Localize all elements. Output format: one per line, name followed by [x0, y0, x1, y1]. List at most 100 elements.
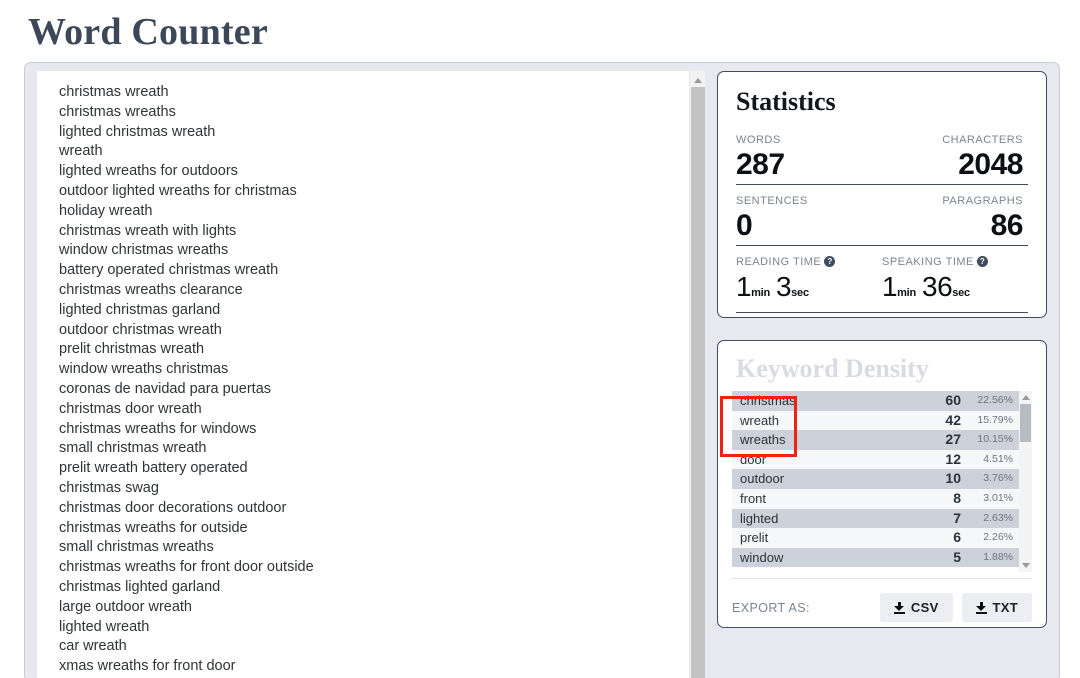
stat-speaking-time-label: SPEAKING TIME	[882, 256, 974, 268]
stat-sentences: SENTENCES 0	[736, 185, 882, 243]
app-container: christmas wreath christmas wreaths lighted…	[24, 62, 1060, 678]
keyword-percent: 2.63%	[983, 511, 1013, 524]
keyword-row[interactable]: outdoor 10 3.76%	[732, 469, 1019, 489]
export-csv-label: CSV	[910, 600, 939, 615]
editor-line: christmas lighted garland	[59, 578, 221, 595]
editor-line: prelit christmas wreath	[59, 341, 205, 358]
stat-sentences-label: SENTENCES	[736, 195, 808, 207]
stat-characters: CHARACTERS 2048	[882, 124, 1028, 182]
editor-line: christmas door wreath	[59, 400, 202, 417]
keyword-density-panel: Keyword Density christmas 60 22.56% wreath 4…	[717, 340, 1047, 628]
stat-words-label: WORDS	[736, 134, 781, 146]
panels-column: Statistics WORDS 287 CHARACTERS 2048 SEN…	[705, 63, 1059, 678]
editor-line: christmas door decorations outdoor	[59, 499, 287, 516]
editor-line: coronas de navidad para puertas	[59, 380, 272, 397]
editor-line: outdoor lighted wreaths for christmas	[59, 182, 297, 199]
keyword-list-scrollbar[interactable]	[1019, 391, 1032, 572]
keyword-scroll-up-icon[interactable]	[1019, 392, 1032, 403]
editor-scrollbar-thumb[interactable]	[691, 87, 705, 678]
stat-sentences-value: 0	[736, 209, 753, 242]
editor-line: wreath	[59, 143, 103, 160]
keyword-row[interactable]: wreaths 27 10.15%	[732, 430, 1019, 450]
keyword-percent: 3.01%	[983, 491, 1013, 504]
keyword-scrollbar-thumb[interactable]	[1020, 404, 1031, 442]
statistics-panel: Statistics WORDS 287 CHARACTERS 2048 SEN…	[717, 71, 1047, 318]
keyword-row[interactable]: christmas 60 22.56%	[732, 391, 1019, 411]
keyword-count: 10	[945, 470, 961, 487]
editor-line: christmas wreaths for front door outside	[59, 559, 314, 576]
speaking-time-seconds-unit: sec	[952, 287, 970, 299]
keyword-count: 60	[945, 392, 961, 408]
export-label: EXPORT AS:	[732, 600, 810, 615]
keyword-row[interactable]: front 8 3.01%	[732, 488, 1019, 509]
keyword-count: 12	[945, 450, 961, 467]
stat-paragraphs: PARAGRAPHS 86	[882, 185, 1028, 243]
keyword-count: 7	[953, 509, 961, 526]
text-editor[interactable]: christmas wreath christmas wreaths lighted…	[37, 71, 705, 678]
keyword-percent: 22.56%	[977, 394, 1013, 406]
statistics-title: Statistics	[736, 87, 836, 116]
editor-line: window wreaths christmas	[59, 361, 229, 378]
keyword-row[interactable]: lighted 7 2.63%	[732, 508, 1019, 529]
export-row: EXPORT AS: CSV TXT	[732, 593, 1032, 622]
editor-line: christmas swag	[59, 479, 159, 496]
keyword-count: 5	[953, 548, 961, 565]
keyword-word: wreath	[740, 412, 780, 428]
editor-line: window christmas wreaths	[59, 242, 229, 259]
editor-scrollbar[interactable]	[689, 71, 705, 678]
editor-line: christmas wreath	[59, 84, 169, 100]
export-csv-button[interactable]: CSV	[879, 593, 953, 622]
download-icon	[893, 601, 905, 614]
reading-time-help-icon[interactable]: ?	[824, 256, 836, 267]
export-txt-button[interactable]: TXT	[961, 593, 1032, 622]
keyword-row[interactable]: window 5 1.88%	[732, 547, 1019, 568]
stat-speaking-time-value: 1min 36sec	[882, 270, 1028, 310]
reading-time-minutes-unit: min	[751, 287, 771, 299]
keyword-word: door	[740, 451, 767, 467]
keyword-percent: 4.51%	[983, 452, 1013, 465]
editor-line: battery operated christmas wreath	[59, 262, 279, 279]
editor-line: xmas wreaths for front door	[59, 658, 236, 675]
reading-time-minutes: 1	[736, 271, 752, 302]
keyword-percent: 3.76%	[983, 472, 1013, 485]
stat-characters-label: CHARACTERS	[942, 134, 1023, 146]
statistics-divider-3	[736, 312, 1028, 313]
speaking-time-help-icon[interactable]: ?	[976, 256, 988, 267]
stat-paragraphs-label: PARAGRAPHS	[942, 195, 1023, 207]
keyword-word: wreaths	[740, 432, 786, 448]
keyword-count: 42	[945, 411, 961, 428]
stat-reading-time: READING TIME? 1min 3sec	[736, 246, 882, 310]
editor-column: christmas wreath christmas wreaths lighted…	[25, 63, 705, 678]
editor-scroll-up-icon[interactable]	[690, 73, 705, 87]
keyword-word: prelit	[740, 530, 769, 546]
keyword-count: 27	[945, 431, 961, 448]
speaking-time-minutes: 1	[882, 271, 898, 302]
keyword-list-divider	[732, 578, 1032, 579]
reading-time-seconds: 3	[776, 271, 792, 302]
speaking-time-minutes-unit: min	[897, 287, 917, 299]
keyword-percent: 1.88%	[983, 550, 1013, 563]
keyword-scroll-down-icon[interactable]	[1019, 560, 1032, 571]
stat-speaking-time: SPEAKING TIME? 1min 36sec	[882, 246, 1028, 310]
keyword-word: outdoor	[740, 471, 785, 487]
keyword-list-container: christmas 60 22.56% wreath 42 15.79% wreaths 27…	[732, 391, 1032, 572]
editor-line: lighted wreaths for outdoors	[59, 163, 238, 180]
editor-text-content[interactable]: christmas wreath christmas wreaths lighted…	[37, 71, 689, 678]
keyword-row[interactable]: door 12 4.51%	[732, 449, 1019, 470]
stat-paragraphs-value: 86	[990, 209, 1024, 242]
editor-line: prelit wreath battery operated	[59, 460, 248, 477]
editor-line: large outdoor wreath	[59, 598, 192, 615]
keyword-list[interactable]: christmas 60 22.56% wreath 42 15.79% wreaths 27…	[732, 391, 1019, 572]
keyword-word: window	[740, 549, 784, 565]
keyword-word: front	[740, 490, 767, 506]
stat-reading-time-value: 1min 3sec	[736, 270, 882, 310]
editor-line: lighted christmas garland	[59, 301, 221, 318]
stat-words-value: 287	[736, 148, 785, 181]
keyword-percent: 10.15%	[977, 433, 1013, 446]
editor-line: christmas wreath with lights	[59, 222, 237, 239]
keyword-row[interactable]: wreath 42 15.79%	[732, 410, 1019, 431]
keyword-row[interactable]: prelit 6 2.26%	[732, 528, 1019, 548]
stat-reading-time-label: READING TIME	[736, 256, 822, 268]
editor-line: lighted christmas wreath	[59, 123, 216, 140]
keyword-count: 8	[953, 489, 961, 506]
